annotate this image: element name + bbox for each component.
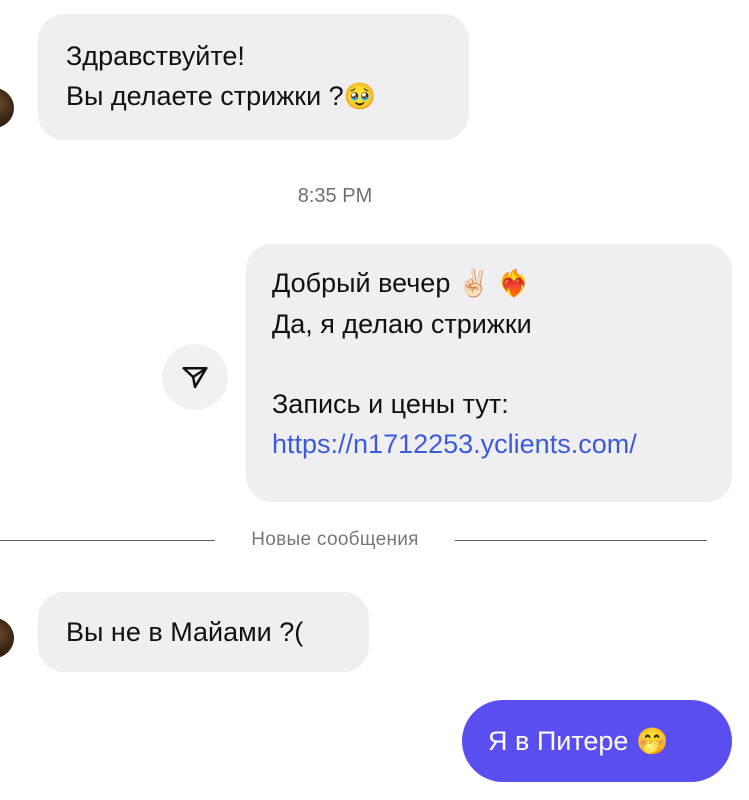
face-with-hand-over-mouth-icon: 🤭 bbox=[635, 727, 669, 757]
heart-on-fire-icon: ❤️‍🔥 bbox=[497, 269, 531, 299]
message-link[interactable]: https://n1712253.yclients.com/ bbox=[272, 424, 706, 464]
outgoing-message-bubble[interactable]: Я в Питере 🤭 bbox=[462, 700, 732, 782]
paper-plane-icon bbox=[182, 367, 208, 389]
message-text: Я в Питере 🤭 bbox=[488, 726, 669, 757]
message-text: Добрый вечер ✌🏻 ❤️‍🔥 bbox=[272, 268, 531, 299]
message-text: Да, я делаю стрижки bbox=[272, 309, 532, 339]
message-text: Вы не в Майами ?( bbox=[66, 617, 304, 647]
message-text: Запись и цены тут: bbox=[272, 389, 509, 419]
divider-line-left bbox=[0, 540, 215, 541]
incoming-message-bubble[interactable]: Здравствуйте! Вы делаете стрижки ?🥹 bbox=[38, 14, 469, 140]
incoming-message-bubble[interactable]: Вы не в Майами ?( bbox=[38, 592, 369, 672]
message-text: Вы делаете стрижки ?🥹 bbox=[66, 81, 377, 112]
outgoing-message-bubble[interactable]: Добрый вечер ✌🏻 ❤️‍🔥 Да, я делаю стрижки… bbox=[246, 244, 732, 502]
divider-line-right bbox=[455, 540, 707, 541]
share-button[interactable] bbox=[162, 344, 228, 410]
sender-avatar[interactable] bbox=[0, 88, 14, 128]
message-timestamp: 8:35 PM bbox=[297, 185, 373, 207]
message-text: Здравствуйте! bbox=[66, 41, 245, 71]
pleading-face-icon: 🥹 bbox=[343, 82, 377, 112]
victory-hand-icon: ✌🏻 bbox=[457, 269, 491, 299]
sender-avatar[interactable] bbox=[0, 618, 14, 658]
new-messages-divider: Новые сообщения bbox=[251, 529, 419, 550]
